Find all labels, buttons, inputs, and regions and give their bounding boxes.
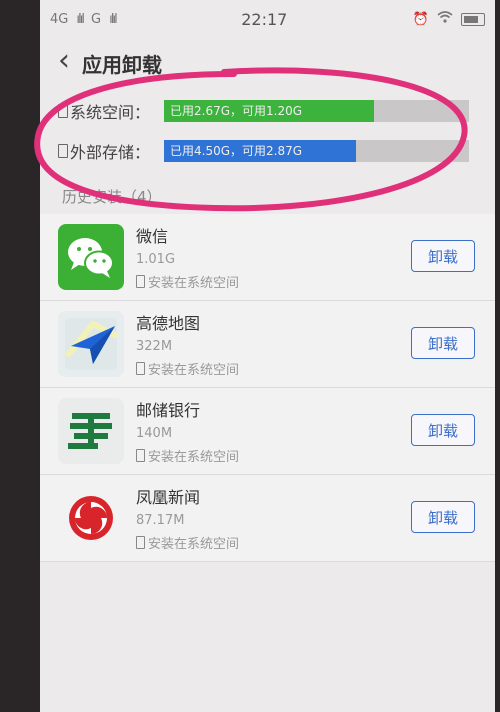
list-item: 微信 1.01G 安装在系统空间 卸载 (40, 214, 495, 301)
external-storage-label: 外部存储： (58, 139, 164, 163)
system-storage-row: 系统空间： 已用2.67G，可用1.20G (58, 98, 495, 124)
phone-device-icon (136, 275, 145, 288)
status-bar: 4G ıIıl G ıIıl 22:17 ⏰ (40, 0, 495, 38)
page-title: 应用卸载 (82, 52, 162, 77)
uninstall-button[interactable]: 卸载 (411, 501, 475, 533)
phone-device-icon (58, 104, 68, 118)
list-item: 高德地图 322M 安装在系统空间 卸载 (40, 301, 495, 388)
status-right: ⏰ (413, 11, 485, 27)
external-storage-row: 外部存储： 已用4.50G，可用2.87G (58, 138, 495, 164)
sd-card-icon (58, 144, 68, 158)
signal-icon: ıIıl (76, 11, 85, 27)
status-left: 4G ıIıl G ıIıl (50, 11, 118, 27)
phone-device-icon (136, 536, 145, 549)
app-list: 微信 1.01G 安装在系统空间 卸载 高德地图 322M 安装在系统空间 卸载 (40, 214, 495, 562)
list-item: 凤凰新闻 87.17M 安装在系统空间 卸载 (40, 475, 495, 562)
status-time: 22:17 (241, 9, 288, 29)
back-arrow-icon[interactable]: ‹ (58, 46, 70, 76)
app-location: 安装在系统空间 (136, 359, 495, 378)
signal-4g-label: 4G (50, 11, 69, 27)
uninstall-button[interactable]: 卸载 (411, 327, 475, 359)
uninstall-button[interactable]: 卸载 (411, 414, 475, 446)
storage-panel: 系统空间： 已用2.67G，可用1.20G 外部存储： 已用4.50G，可用2.… (40, 88, 495, 164)
ifeng-icon (58, 485, 124, 551)
psbc-icon (58, 398, 124, 464)
app-location: 安装在系统空间 (136, 272, 495, 291)
signal-g-label: G (91, 11, 102, 27)
system-storage-label: 系统空间： (58, 99, 164, 123)
app-header: ‹ 应用卸载 (40, 38, 495, 88)
system-storage-bar: 已用2.67G，可用1.20G (164, 100, 469, 122)
external-storage-bar: 已用4.50G，可用2.87G (164, 140, 469, 162)
battery-icon (460, 12, 485, 26)
phone-device-icon (136, 362, 145, 375)
wifi-icon (437, 11, 453, 27)
app-location: 安装在系统空间 (136, 533, 495, 552)
system-storage-fill: 已用2.67G，可用1.20G (164, 100, 375, 122)
section-title: 历史安装（4） (62, 188, 162, 206)
uninstall-button[interactable]: 卸载 (411, 240, 475, 272)
wechat-icon (58, 224, 124, 290)
app-location: 安装在系统空间 (136, 446, 495, 465)
signal-icon: ıIıl (109, 11, 118, 27)
phone-device-icon (136, 449, 145, 462)
external-storage-fill: 已用4.50G，可用2.87G (164, 140, 357, 162)
list-item: 邮储银行 140M 安装在系统空间 卸载 (40, 388, 495, 475)
amap-icon (58, 311, 124, 377)
alarm-icon: ⏰ (412, 11, 429, 27)
phone-screen: 4G ıIıl G ıIıl 22:17 ⏰ ‹ 应用卸载 系统空间： 已用2.… (40, 0, 495, 712)
